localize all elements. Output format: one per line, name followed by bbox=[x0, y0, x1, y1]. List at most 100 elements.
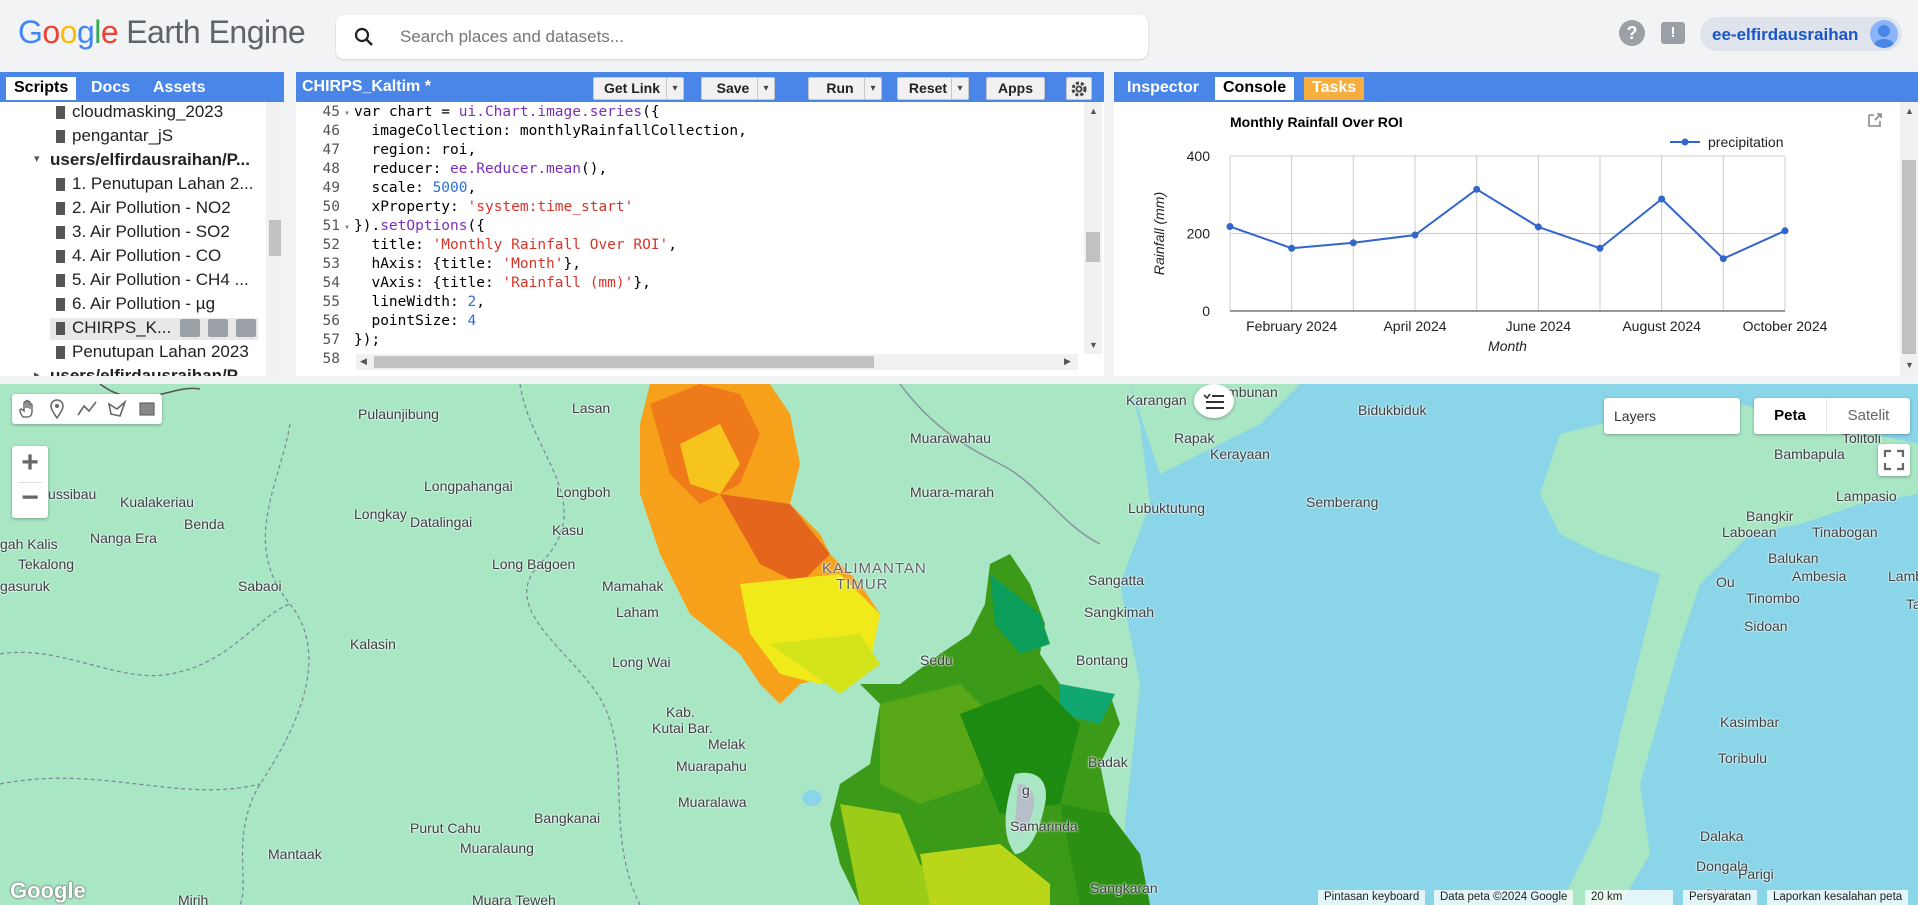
history-icon[interactable] bbox=[180, 319, 200, 337]
open-in-new-icon[interactable] bbox=[1867, 112, 1883, 128]
code-line[interactable]: 50 xProperty: 'system:time_start' bbox=[296, 199, 634, 218]
map-type-satelit-button[interactable]: Satelit bbox=[1826, 398, 1910, 434]
scripts-scrollbar[interactable] bbox=[266, 102, 284, 376]
code-line[interactable]: 55 lineWidth: 2, bbox=[296, 294, 485, 313]
keyboard-shortcuts-link[interactable]: Pintasan keyboard bbox=[1318, 890, 1426, 905]
feedback-icon[interactable]: ! bbox=[1661, 22, 1685, 44]
zoom-in-button[interactable]: + bbox=[12, 446, 48, 482]
folder-expanded-icon[interactable]: ▾ bbox=[34, 152, 40, 165]
editor-hscroll-thumb[interactable] bbox=[374, 356, 874, 368]
tab-assets[interactable]: Assets bbox=[145, 77, 213, 100]
code-token: }, bbox=[633, 275, 651, 291]
scripts-scroll-thumb[interactable] bbox=[269, 220, 281, 256]
map-place-label: Kutai Bar. bbox=[652, 720, 713, 736]
draw-line-icon[interactable] bbox=[76, 398, 98, 420]
draw-polygon-icon[interactable] bbox=[106, 398, 128, 420]
layers-dropdown[interactable]: Layers bbox=[1604, 398, 1740, 434]
get-link-menu-button[interactable]: ▾ bbox=[666, 77, 684, 100]
map-place-label: Tussibau bbox=[40, 486, 97, 502]
code-token: 4 bbox=[467, 313, 477, 329]
console-scroll-up-icon[interactable]: ▲ bbox=[1905, 106, 1914, 116]
code-token: }); bbox=[354, 332, 381, 348]
editor-vertical-scrollbar[interactable]: ▲ ▼ bbox=[1084, 102, 1102, 354]
draw-rectangle-icon[interactable] bbox=[136, 398, 158, 420]
run-menu-button[interactable]: ▾ bbox=[864, 77, 882, 100]
scroll-right-arrow-icon[interactable]: ▶ bbox=[1064, 356, 1071, 367]
help-icon[interactable]: ? bbox=[1619, 20, 1645, 46]
editor-horizontal-scrollbar[interactable]: ◀ ▶ bbox=[356, 354, 1078, 370]
console-scroll-down-icon[interactable]: ▼ bbox=[1905, 360, 1914, 370]
tab-docs[interactable]: Docs bbox=[83, 77, 138, 100]
code-line[interactable]: 52 title: 'Monthly Rainfall Over ROI', bbox=[296, 237, 677, 256]
tab-console[interactable]: Console bbox=[1215, 77, 1295, 100]
search-input[interactable] bbox=[400, 23, 1100, 51]
save-menu-button[interactable]: ▾ bbox=[757, 77, 775, 100]
user-icon bbox=[1874, 25, 1894, 48]
account-button[interactable]: ee-elfirdausraihan bbox=[1700, 17, 1902, 51]
tab-inspector[interactable]: Inspector bbox=[1119, 77, 1207, 100]
delete-icon[interactable] bbox=[236, 319, 256, 337]
chart-legend-marker bbox=[1681, 138, 1689, 146]
scroll-left-arrow-icon[interactable]: ◀ bbox=[360, 356, 367, 367]
code-line[interactable]: 54 vAxis: {title: 'Rainfall (mm)'}, bbox=[296, 275, 651, 294]
get-link-button[interactable]: Get Link bbox=[593, 77, 671, 100]
fold-arrow-icon[interactable]: ▾ bbox=[340, 222, 354, 233]
scroll-down-arrow-icon[interactable]: ▼ bbox=[1089, 340, 1098, 350]
code-line[interactable]: 47 region: roi, bbox=[296, 142, 477, 161]
splitter-right[interactable] bbox=[1104, 72, 1114, 376]
code-line[interactable]: 49 scale: 5000, bbox=[296, 180, 477, 199]
map-place-label: Kerayaan bbox=[1210, 446, 1270, 462]
code-line[interactable]: 53 hAxis: {title: 'Month'}, bbox=[296, 256, 581, 275]
splitter-horizontal[interactable] bbox=[0, 376, 1918, 384]
code-line[interactable]: 56 pointSize: 4 bbox=[296, 313, 477, 332]
console-scrollbar[interactable]: ▲ ▼ bbox=[1900, 102, 1918, 376]
editor-vscroll-thumb[interactable] bbox=[1086, 232, 1100, 262]
map-place-label: Nanga Era bbox=[90, 530, 157, 546]
code-editor[interactable]: 45 ▾ var chart = ui.Chart.image.series({46… bbox=[296, 102, 1104, 376]
fullscreen-button[interactable] bbox=[1878, 444, 1910, 476]
reset-button[interactable]: Reset bbox=[897, 77, 959, 100]
scroll-up-arrow-icon[interactable]: ▲ bbox=[1089, 106, 1098, 116]
tab-tasks[interactable]: Tasks bbox=[1304, 77, 1365, 100]
fold-arrow-icon[interactable]: ▾ bbox=[340, 108, 354, 119]
left-panel-header: Scripts Docs Assets bbox=[0, 72, 284, 102]
pan-hand-icon[interactable] bbox=[16, 398, 38, 420]
chart-y-axis-title: Rainfall (mm) bbox=[1151, 192, 1167, 275]
terms-link[interactable]: Persyaratan bbox=[1683, 890, 1758, 905]
right-panel-header: Inspector Console Tasks bbox=[1114, 72, 1918, 102]
code-line[interactable]: 57}); bbox=[296, 332, 381, 351]
code-line[interactable]: 58 bbox=[296, 351, 354, 370]
code-line[interactable]: 45 ▾ var chart = ui.Chart.image.series({ bbox=[296, 104, 660, 123]
line-number: 55 bbox=[322, 294, 340, 310]
code-line[interactable]: 51 ▾}).setOptions({ bbox=[296, 218, 485, 237]
save-button[interactable]: Save bbox=[701, 77, 765, 100]
map-basemap[interactable] bbox=[0, 384, 1918, 905]
console-scroll-thumb[interactable] bbox=[1902, 160, 1916, 354]
layer-list-button[interactable] bbox=[1194, 384, 1234, 418]
edit-icon[interactable] bbox=[208, 319, 228, 337]
script-tree-item[interactable]: CHIRPS_K... bbox=[50, 318, 258, 340]
code-token: , bbox=[476, 294, 485, 310]
tab-scripts[interactable]: Scripts bbox=[6, 77, 77, 100]
run-button[interactable]: Run bbox=[808, 77, 872, 100]
reset-menu-button[interactable]: ▾ bbox=[951, 77, 969, 100]
splitter-left[interactable] bbox=[284, 72, 296, 376]
apps-button[interactable]: Apps bbox=[986, 77, 1045, 100]
avatar[interactable] bbox=[1870, 20, 1898, 48]
settings-button[interactable] bbox=[1066, 77, 1092, 100]
search-box[interactable] bbox=[336, 15, 1148, 59]
code-line[interactable]: 46 imageCollection: monthlyRainfallColle… bbox=[296, 123, 747, 142]
map-canvas[interactable]: Timbunan Lasan Pulaunjibung Karangan Bidukbi… bbox=[0, 384, 1918, 905]
report-map-error-link[interactable]: Laporkan kesalahan peta bbox=[1767, 890, 1909, 905]
map-type-peta-button[interactable]: Peta bbox=[1754, 398, 1826, 434]
code-token: xProperty: bbox=[354, 199, 468, 215]
add-marker-icon[interactable] bbox=[46, 398, 68, 420]
chart-x-tick-label: June 2024 bbox=[1506, 318, 1572, 334]
earth-engine-logo[interactable]: Google Earth Engine bbox=[18, 14, 306, 51]
folder-collapsed-icon[interactable]: ▸ bbox=[34, 368, 40, 376]
map-place-label: g bbox=[1022, 782, 1030, 798]
map-place-label: Mantaak bbox=[268, 846, 322, 862]
code-line[interactable]: 48 reducer: ee.Reducer.mean(), bbox=[296, 161, 608, 180]
gear-icon bbox=[1071, 81, 1087, 97]
zoom-out-button[interactable]: − bbox=[12, 482, 48, 518]
